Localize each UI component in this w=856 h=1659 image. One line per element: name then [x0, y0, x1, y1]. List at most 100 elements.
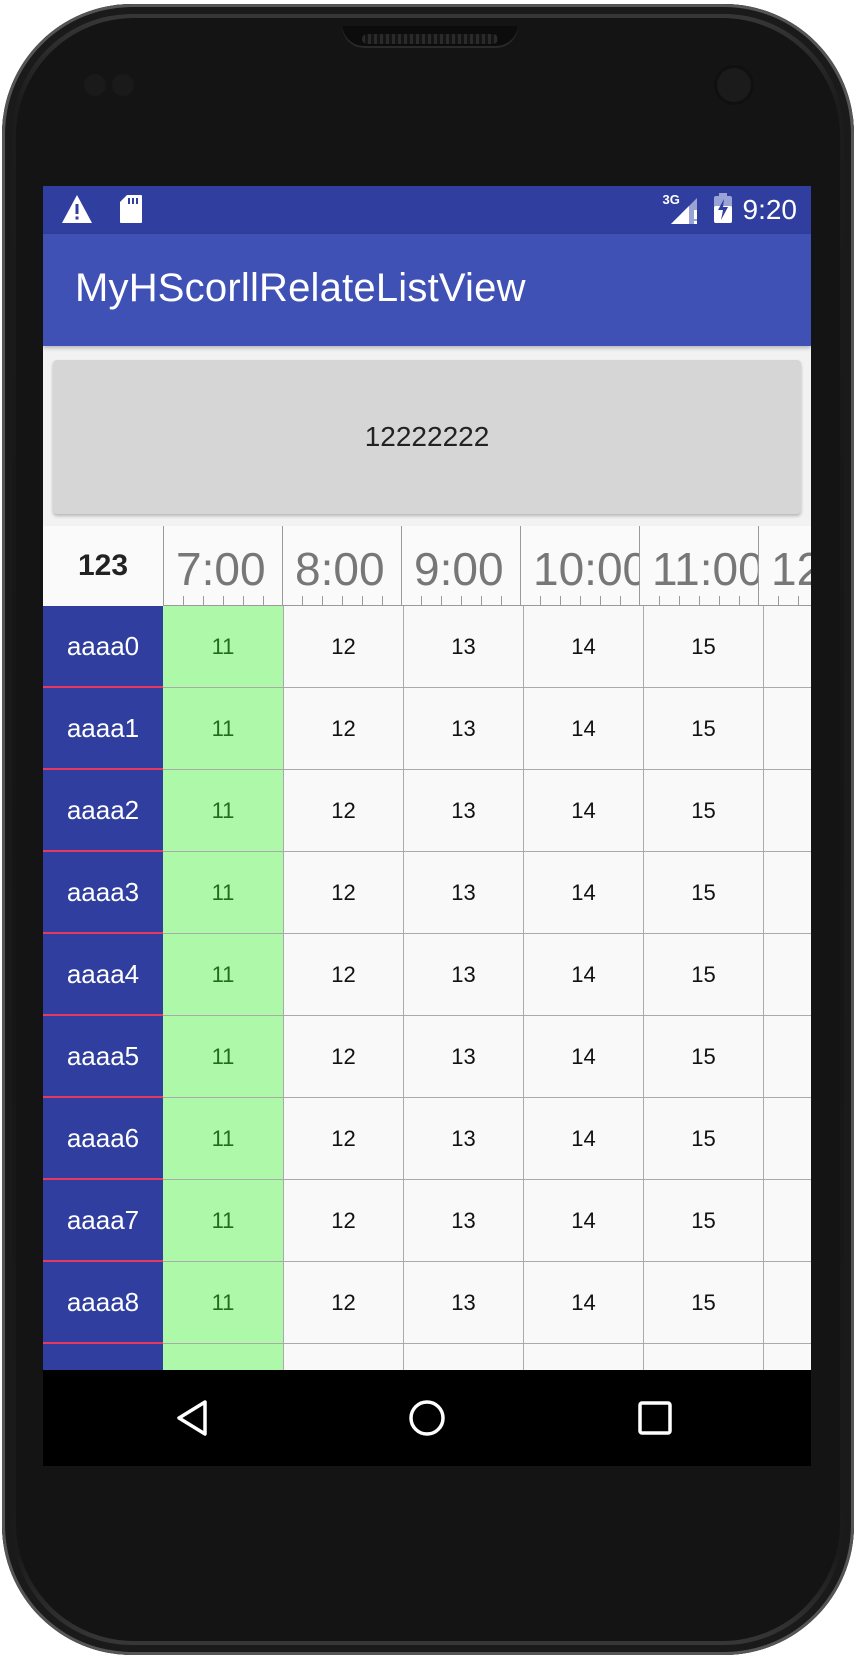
table-cell[interactable]: 13 [403, 852, 523, 934]
table-cell-partial[interactable] [763, 606, 811, 688]
top-button-label: 12222222 [364, 421, 490, 452]
status-bar: 3G 9:20 [43, 186, 811, 234]
time-header-cell: 11:00 [639, 526, 758, 606]
table-cell[interactable]: 12 [283, 852, 403, 934]
table-row[interactable]: aaaa4 11 12 13 14 15 [43, 934, 811, 1016]
table-cell[interactable]: 15 [643, 1180, 763, 1262]
row-label: aaaa5 [43, 1016, 163, 1098]
table-row[interactable]: aaaa2 11 12 13 14 15 [43, 770, 811, 852]
top-button[interactable]: 12222222 [53, 360, 801, 514]
time-header-scroller[interactable]: 7:00 8:00 9:00 10:0011:00 12:00 [163, 526, 811, 606]
highlighted-cell[interactable]: 11 [163, 606, 283, 688]
table-cell[interactable]: 14 [523, 770, 643, 852]
navigation-bar [43, 1370, 811, 1466]
table-row[interactable]: aaaa3 11 12 13 14 15 [43, 852, 811, 934]
table-cell-partial[interactable] [763, 688, 811, 770]
battery-charging-icon [713, 192, 733, 229]
table-cell[interactable]: 13 [403, 1180, 523, 1262]
table-cell[interactable]: 14 [523, 852, 643, 934]
time-header-cell: 12:00 [758, 526, 811, 606]
table-cell-partial[interactable] [763, 1098, 811, 1180]
highlighted-cell[interactable]: 11 [163, 1180, 283, 1262]
table-cell[interactable]: 12 [283, 1098, 403, 1180]
table-cell[interactable]: 13 [403, 1262, 523, 1344]
table-cell[interactable]: 12 [283, 606, 403, 688]
table-row[interactable]: aaaa6 11 12 13 14 15 [43, 1098, 811, 1180]
table-cell[interactable]: 13 [403, 770, 523, 852]
table-cell[interactable]: 12 [283, 770, 403, 852]
table-cell-partial[interactable] [763, 1262, 811, 1344]
row-cells: 11 12 13 14 15 [163, 1262, 811, 1344]
table-cell[interactable]: 15 [643, 1262, 763, 1344]
row-label: aaaa0 [43, 606, 163, 688]
screen: 3G 9:20 MyHScorllRelateListView 12222222… [43, 186, 811, 1466]
highlighted-cell[interactable]: 11 [163, 934, 283, 1016]
table-cell[interactable]: 12 [283, 1016, 403, 1098]
highlighted-cell[interactable]: 11 [163, 770, 283, 852]
home-icon[interactable] [407, 1398, 447, 1438]
table-cell-partial[interactable] [763, 852, 811, 934]
time-ruler-ticks [521, 596, 639, 606]
table-cell[interactable]: 12 [283, 934, 403, 1016]
table-cell[interactable]: 14 [523, 1098, 643, 1180]
table-cell[interactable]: 14 [523, 688, 643, 770]
time-header-label: 10:00 [533, 543, 639, 595]
table-cell[interactable]: 15 [643, 934, 763, 1016]
highlighted-cell[interactable]: 11 [163, 1016, 283, 1098]
table-cell[interactable]: 14 [523, 934, 643, 1016]
table-cell[interactable]: 15 [643, 770, 763, 852]
row-cells: 11 12 13 14 15 [163, 770, 811, 852]
front-camera [717, 68, 751, 102]
row-cells: 11 12 13 14 15 [163, 852, 811, 934]
table-cell[interactable]: 12 [283, 1262, 403, 1344]
table-row[interactable]: aaaa8 11 12 13 14 15 [43, 1262, 811, 1344]
table-cell[interactable]: 13 [403, 688, 523, 770]
table-row[interactable]: aaaa7 11 12 13 14 15 [43, 1180, 811, 1262]
table-cell[interactable]: 14 [523, 1262, 643, 1344]
table-cell[interactable]: 15 [643, 852, 763, 934]
app-title: MyHScorllRelateListView [75, 266, 526, 310]
table-cell[interactable]: 15 [643, 688, 763, 770]
table-cell[interactable]: 14 [523, 1016, 643, 1098]
recents-icon[interactable] [635, 1398, 675, 1438]
table-cell[interactable]: 12 [283, 688, 403, 770]
time-header-cell: 10:00 [520, 526, 639, 606]
table-cell[interactable]: 15 [643, 1098, 763, 1180]
table-cell[interactable]: 15 [643, 1016, 763, 1098]
time-ruler-ticks [640, 596, 758, 606]
table-cell[interactable]: 13 [403, 1098, 523, 1180]
time-header-cell: 8:00 [282, 526, 401, 606]
table-cell-partial[interactable] [763, 1016, 811, 1098]
table-row[interactable]: aaaa5 11 12 13 14 15 [43, 1016, 811, 1098]
table-cell[interactable]: 14 [523, 1180, 643, 1262]
time-ruler-ticks [402, 596, 520, 606]
sd-card-icon [119, 194, 143, 229]
table-cell-partial[interactable] [763, 1180, 811, 1262]
table-cell[interactable]: 15 [643, 606, 763, 688]
table-cell[interactable]: 13 [403, 934, 523, 1016]
table-cell[interactable]: 13 [403, 1016, 523, 1098]
clock: 9:20 [742, 194, 798, 225]
table-cell-partial[interactable] [763, 934, 811, 1016]
row-cells: 11 12 13 14 15 [163, 688, 811, 770]
time-header-cell: 9:00 [401, 526, 520, 606]
row-label: aaaa3 [43, 852, 163, 934]
table-cell-partial[interactable] [763, 770, 811, 852]
schedule-table[interactable]: 123 7:008:009:0010:0011:0012:00 aaaa0111… [43, 526, 811, 1466]
highlighted-cell[interactable]: 11 [163, 852, 283, 934]
table-cell[interactable]: 14 [523, 606, 643, 688]
table-row[interactable]: aaaa1 11 12 13 14 15 [43, 688, 811, 770]
table-cell[interactable]: 13 [403, 606, 523, 688]
row-cells: 11 12 13 14 15 [163, 1098, 811, 1180]
back-icon[interactable] [173, 1398, 213, 1438]
highlighted-cell[interactable]: 11 [163, 1098, 283, 1180]
table-row[interactable]: aaaa0 11 12 13 14 15 [43, 606, 811, 688]
time-header-label: 9:00 [414, 543, 504, 595]
app-bar: MyHScorllRelateListView [43, 234, 811, 346]
highlighted-cell[interactable]: 11 [163, 1262, 283, 1344]
table-cell[interactable]: 12 [283, 1180, 403, 1262]
time-ruler-ticks [759, 596, 811, 606]
time-header-label: 7:00 [176, 543, 266, 595]
row-cells: 11 12 13 14 15 [163, 606, 811, 688]
highlighted-cell[interactable]: 11 [163, 688, 283, 770]
